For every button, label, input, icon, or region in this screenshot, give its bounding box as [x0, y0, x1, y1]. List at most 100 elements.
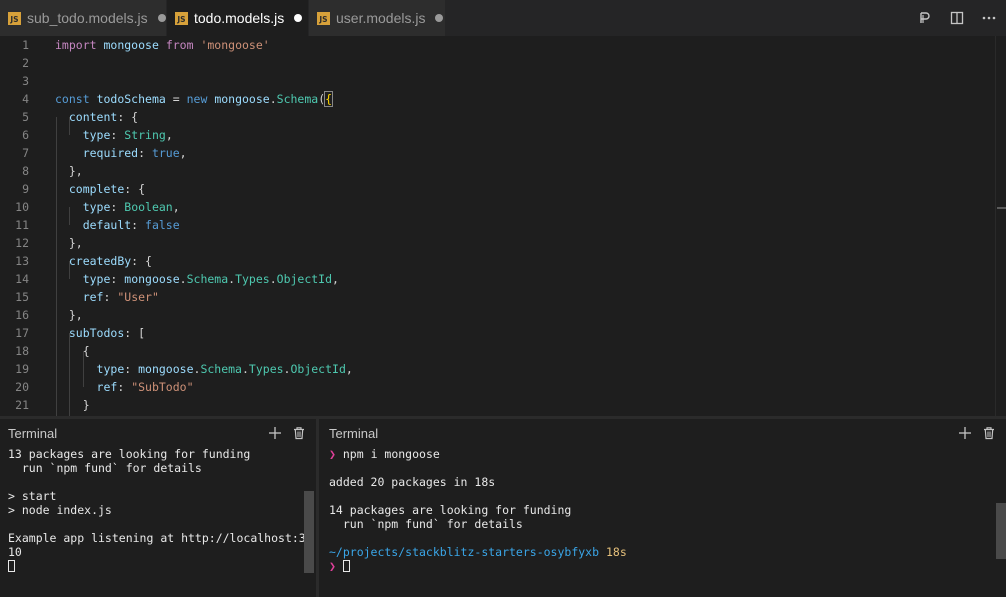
cwd-path: ~/projects/stackblitz-starters-osybfyxb — [329, 545, 600, 559]
code-line[interactable]: 3 — [0, 72, 995, 90]
code-token: ref — [82, 290, 104, 304]
code-line[interactable]: 4 const todoSchema = new mongoose.Schema(… — [0, 90, 995, 108]
code-token: : — [124, 362, 139, 376]
terminal-scrollbar[interactable] — [996, 503, 1006, 559]
line-number: 15 — [15, 290, 29, 304]
terminal-prompt-line[interactable]: ❯ — [329, 559, 627, 573]
code-line[interactable]: 11 default: false — [0, 216, 995, 234]
code-text: ref: "User" — [55, 288, 159, 306]
code-token: . — [179, 272, 187, 286]
code-line[interactable]: 14 type: mongoose.Schema.Types.ObjectId, — [0, 270, 995, 288]
code-line[interactable]: 6 type: String, — [0, 126, 995, 144]
code-token: : — [138, 146, 152, 160]
add-terminal-icon[interactable] — [956, 424, 974, 442]
code-text: type: mongoose.Schema.Types.ObjectId, — [55, 270, 339, 288]
code-token: Types — [235, 272, 270, 286]
code-line[interactable]: 7 required: true, — [0, 144, 995, 162]
code-text: type: String, — [55, 126, 173, 144]
line-number: 10 — [15, 200, 29, 214]
line-number: 17 — [15, 326, 29, 340]
terminal-left[interactable]: Terminal 13 packages are looking for fun… — [0, 419, 316, 597]
js-file-icon: JS — [8, 11, 21, 25]
code-text: type: Boolean, — [55, 198, 180, 216]
split-editor-icon[interactable] — [946, 7, 968, 29]
line-number: 13 — [15, 254, 29, 268]
trash-icon[interactable] — [290, 424, 308, 442]
line-number: 18 — [15, 344, 29, 358]
more-actions-icon[interactable] — [978, 7, 1000, 29]
code-editor[interactable]: 1 import mongoose from 'mongoose' 2 3 4 const… — [0, 36, 1006, 416]
code-token: : — [103, 290, 118, 304]
unsaved-dot-icon[interactable] — [435, 14, 444, 22]
code-line[interactable]: 18 { — [0, 342, 995, 360]
code-token: false — [145, 218, 180, 232]
terminal-prompt-line[interactable] — [8, 559, 313, 573]
code-line[interactable]: 15 ref: "User" — [0, 288, 995, 306]
code-token: String — [124, 128, 166, 142]
code-token: mongoose — [103, 38, 159, 52]
code-token: new — [186, 92, 208, 106]
preview-icon[interactable] — [914, 7, 936, 29]
tab-todo-models[interactable]: JS todo.models.js — [167, 0, 309, 36]
line-number: 5 — [22, 110, 29, 124]
terminal-line: 14 packages are looking for funding — [329, 503, 572, 517]
code-token: , — [345, 362, 353, 376]
trash-icon[interactable] — [980, 424, 998, 442]
code-line[interactable]: 13 createdBy: { — [0, 252, 995, 270]
line-number: 4 — [22, 92, 29, 106]
line-number: 21 — [15, 398, 29, 412]
code-line[interactable]: 16 }, — [0, 306, 995, 324]
code-text: createdBy: { — [55, 252, 152, 270]
code-line[interactable]: 19 type: mongoose.Schema.Types.ObjectId, — [0, 360, 995, 378]
line-number: 6 — [22, 128, 29, 142]
code-line[interactable]: 12 }, — [0, 234, 995, 252]
code-line[interactable]: 17 subTodos: [ — [0, 324, 995, 342]
code-token: : — [131, 218, 146, 232]
js-file-icon: JS — [317, 11, 330, 25]
code-text: import mongoose from 'mongoose' — [55, 36, 270, 54]
editor-scrollbar[interactable] — [995, 36, 1006, 416]
line-number: 2 — [22, 56, 29, 70]
tab-user-models[interactable]: JS user.models.js — [309, 0, 446, 36]
line-number: 20 — [15, 380, 29, 394]
code-line[interactable]: 21 } — [0, 396, 995, 414]
line-number: 16 — [15, 308, 29, 322]
code-token: createdBy — [68, 254, 132, 268]
code-line[interactable]: 2 — [0, 54, 995, 72]
code-line[interactable]: 10 type: Boolean, — [0, 198, 995, 216]
terminal-right[interactable]: Terminal ❯ npm i mongoose added 20 packa… — [319, 419, 1006, 597]
code-token: , — [332, 272, 339, 286]
code-line[interactable]: 5 content: { — [0, 108, 995, 126]
code-token: 'mongoose' — [200, 38, 270, 52]
code-token: : { — [124, 182, 146, 196]
code-line[interactable]: 8 }, — [0, 162, 995, 180]
code-token: Schema — [200, 362, 242, 376]
terminal-line: Example app listening at http://localhos… — [8, 531, 313, 545]
add-terminal-icon[interactable] — [266, 424, 284, 442]
code-token: , — [165, 128, 173, 142]
terminal-line: run `npm fund` for details — [329, 517, 523, 531]
terminal-actions — [956, 424, 998, 442]
terminal-cursor — [342, 560, 350, 572]
line-number: 11 — [15, 218, 29, 232]
terminal-scrollbar[interactable] — [304, 491, 314, 573]
code-line[interactable]: 1 import mongoose from 'mongoose' — [0, 36, 995, 54]
code-token: mongoose — [138, 362, 194, 376]
code-line[interactable]: 9 complete: { — [0, 180, 995, 198]
prompt-arrow-icon: ❯ — [329, 559, 336, 573]
code-line[interactable]: 20 ref: "SubTodo" — [0, 378, 995, 396]
code-token: : [ — [124, 326, 146, 340]
command-duration: 18s — [605, 545, 627, 559]
code-text: default: false — [55, 216, 180, 234]
unsaved-dot-icon[interactable] — [157, 14, 166, 22]
unsaved-dot-icon[interactable] — [294, 14, 303, 22]
tab-sub-todo-models[interactable]: JS sub_todo.models.js — [0, 0, 167, 36]
